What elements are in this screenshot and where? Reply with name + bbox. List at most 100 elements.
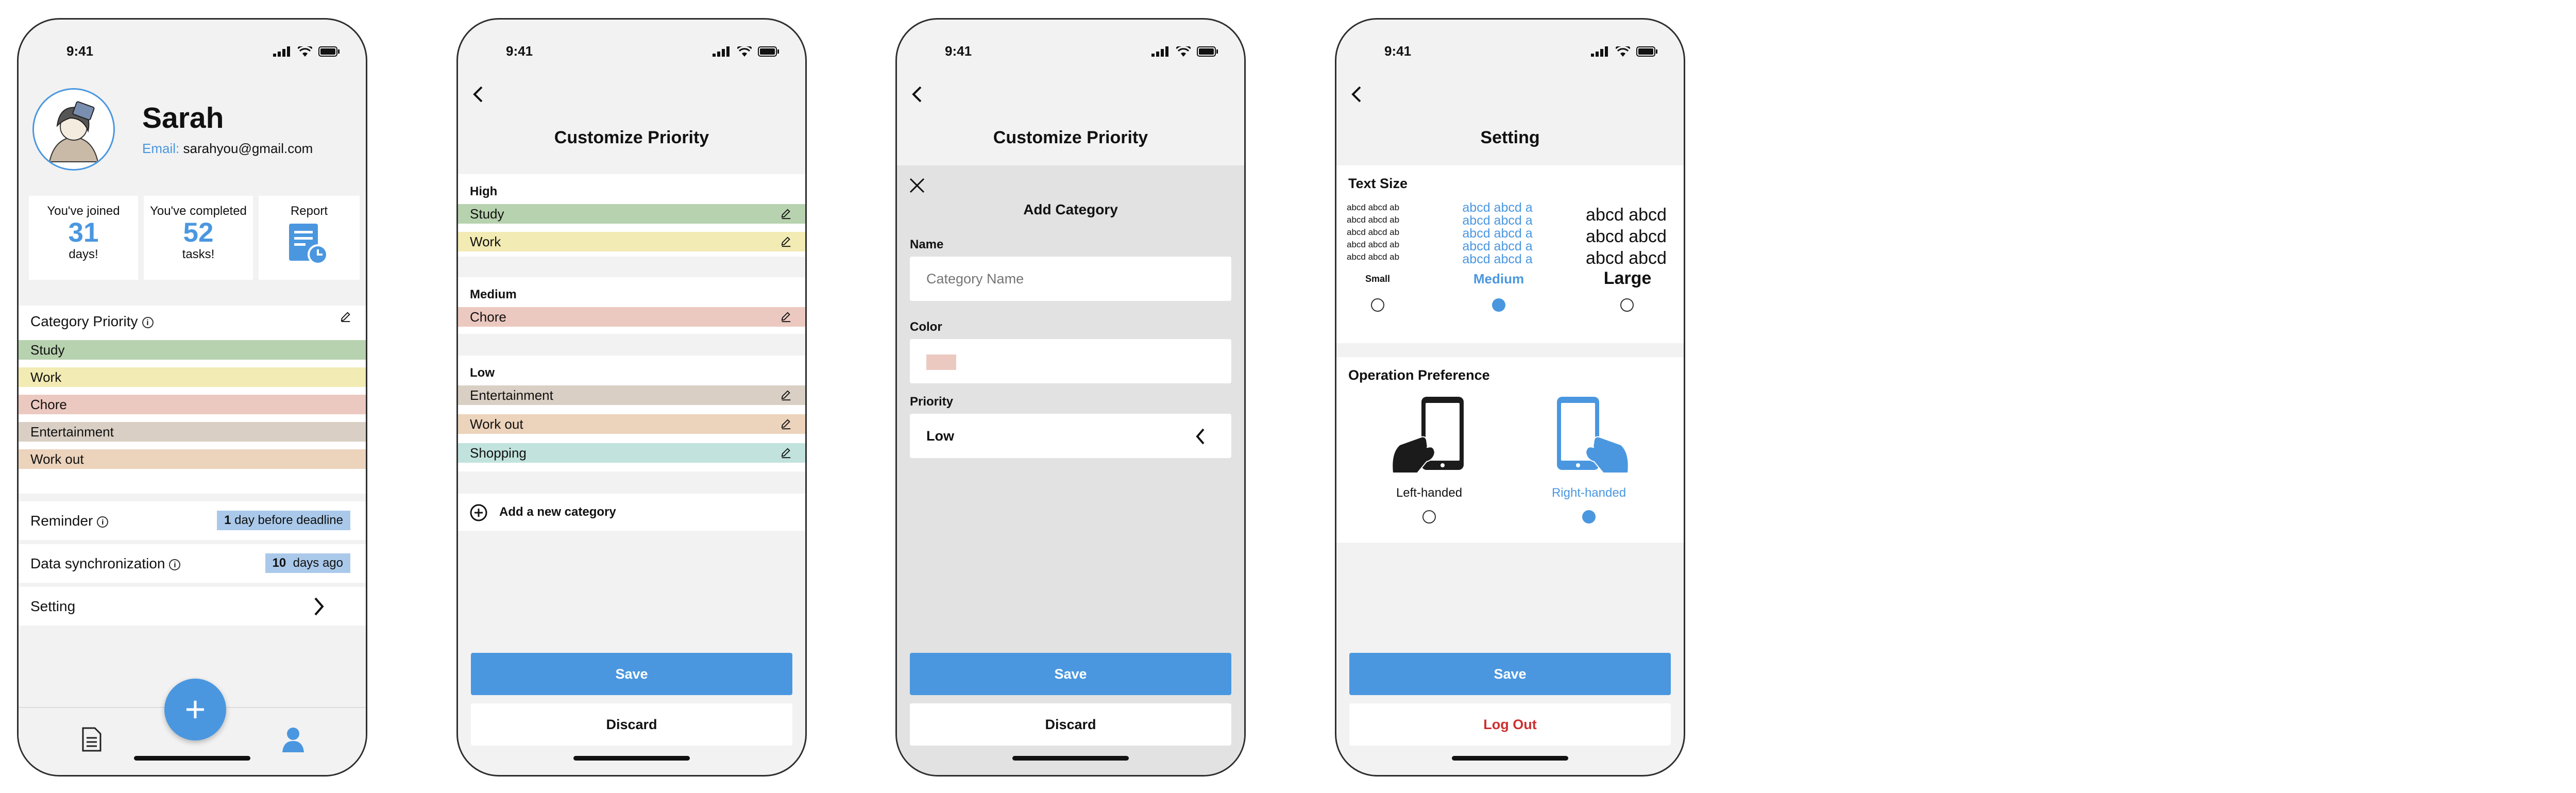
discard-button[interactable]: Discard (471, 703, 792, 746)
logout-button[interactable]: Log Out (1349, 703, 1671, 746)
category-priority-section: Category Priority i Study Work Chore Ente… (19, 306, 366, 494)
save-button[interactable]: Save (910, 653, 1231, 695)
reminder-title: Reminder i (30, 513, 109, 529)
priority-label: Priority (910, 395, 954, 409)
sample-line: abcd abcd a (1462, 226, 1533, 241)
group-label-medium: Medium (470, 288, 517, 301)
close-icon[interactable] (908, 177, 926, 194)
reminder-label: Reminder (30, 513, 93, 529)
data-sync-title: Data synchronization i (30, 555, 181, 572)
radio-medium[interactable] (1492, 298, 1505, 312)
category-workout: Work out (19, 449, 366, 469)
edit-pencil-icon[interactable] (781, 447, 792, 459)
data-sync-label: Data synchronization (30, 555, 165, 571)
category-row-shopping[interactable]: Shopping (458, 443, 805, 463)
category-row-chore[interactable]: Chore (458, 307, 805, 327)
color-picker[interactable] (910, 339, 1231, 383)
priority-group-low: Low Entertainment Work out Shopping (458, 356, 805, 471)
home-indicator (134, 756, 250, 761)
add-category-modal: Add Category Name Color Priority Low Sav… (897, 165, 1244, 775)
reminder-badge[interactable]: 1 day before deadline (217, 511, 350, 530)
radio-left-handed[interactable] (1422, 510, 1436, 524)
avatar[interactable] (32, 88, 115, 171)
battery-icon (1636, 46, 1657, 57)
avatar-illustration-icon (34, 90, 113, 169)
category-study: Study (19, 340, 366, 360)
joined-stat-card: You've joined 31 days! (29, 196, 138, 280)
back-arrow-icon[interactable] (1347, 84, 1367, 105)
left-hand-phone-icon (1392, 397, 1464, 474)
edit-pencil-icon[interactable] (781, 418, 792, 430)
category-priority-title: Category Priority i (30, 313, 154, 330)
save-button[interactable]: Save (1349, 653, 1671, 695)
category-name: Work out (470, 416, 523, 432)
back-arrow-icon[interactable] (907, 84, 928, 105)
sample-line: abcd abcd a (1462, 213, 1533, 228)
text-size-label: Text Size (1348, 176, 1408, 191)
setting-row[interactable]: Setting (19, 587, 366, 626)
radio-small[interactable] (1371, 298, 1384, 312)
save-button[interactable]: Save (471, 653, 792, 695)
discard-button[interactable]: Discard (910, 703, 1231, 746)
data-sync-badge: 10 days ago (265, 553, 350, 573)
add-category-row[interactable]: Add a new category (458, 494, 805, 531)
category-name: Chore (470, 309, 506, 325)
edit-pencil-icon[interactable] (781, 236, 792, 247)
signal-icon (1151, 46, 1168, 57)
email-value: sarahyou@gmail.com (183, 141, 313, 156)
large-preview: abcd abcd abcd abcd abcd abcd (1579, 204, 1674, 269)
reminder-row[interactable]: Reminder i 1 day before deadline (19, 501, 366, 540)
sample-line: abcd abcd ab (1347, 252, 1400, 262)
group-label-low: Low (470, 366, 495, 380)
profile-screen: 9:41 Sarah Email: sarahyou@gmail.com You… (17, 18, 367, 777)
category-name: Work (470, 234, 501, 249)
status-time: 9:41 (945, 43, 972, 59)
sync-badge-text: days ago (293, 556, 343, 570)
edit-pencil-icon[interactable] (781, 390, 792, 401)
edit-pencil-icon[interactable] (781, 311, 792, 323)
small-preview: abcd abcd ab abcd abcd ab abcd abcd ab a… (1347, 201, 1419, 263)
profile-tab-icon[interactable] (281, 727, 305, 752)
data-sync-row[interactable]: Data synchronization i 10 days ago (19, 544, 366, 583)
battery-icon (318, 46, 340, 57)
edit-pencil-icon[interactable] (340, 311, 351, 322)
category-work: Work (19, 367, 366, 387)
reminder-badge-text: day before deadline (234, 513, 343, 527)
left-handed-label: Left-handed (1396, 486, 1463, 500)
category-name-input[interactable] (910, 257, 1231, 301)
sample-line: abcd abcd (1586, 248, 1667, 268)
category-row-work[interactable]: Work (458, 232, 805, 251)
priority-group-high: High Study Work (458, 174, 805, 257)
category-row-study[interactable]: Study (458, 204, 805, 224)
add-task-button[interactable]: + (164, 679, 226, 740)
info-icon[interactable]: i (142, 316, 154, 328)
status-bar: 9:41 (458, 43, 805, 62)
page-title: Setting (1480, 128, 1540, 147)
category-row-entertainment[interactable]: Entertainment (458, 385, 805, 405)
info-icon[interactable]: i (97, 516, 109, 528)
category-priority-label: Category Priority (30, 313, 138, 329)
document-tab-icon[interactable] (81, 727, 102, 752)
radio-right-handed[interactable] (1582, 510, 1596, 524)
status-time: 9:41 (506, 43, 533, 59)
priority-select[interactable]: Low (910, 414, 1231, 458)
group-label-high: High (470, 184, 498, 198)
category-chore: Chore (19, 395, 366, 414)
report-card[interactable]: Report (259, 196, 360, 280)
radio-large[interactable] (1620, 298, 1634, 312)
name-label: Name (910, 238, 944, 251)
back-arrow-icon[interactable] (468, 84, 489, 105)
joined-caption: You've joined (47, 204, 120, 218)
add-category-screen: 9:41 Customize Priority Add Category Nam… (895, 18, 1246, 777)
color-swatch (926, 354, 956, 370)
color-label: Color (910, 320, 942, 334)
wifi-icon (1616, 46, 1630, 57)
setting-label: Setting (30, 598, 76, 614)
edit-pencil-icon[interactable] (781, 208, 792, 220)
size-label-large: Large (1603, 268, 1652, 288)
report-icon (289, 224, 328, 265)
signal-icon (713, 46, 730, 57)
size-label-medium: Medium (1473, 271, 1524, 286)
info-icon[interactable]: i (169, 559, 181, 570)
category-row-workout[interactable]: Work out (458, 414, 805, 434)
